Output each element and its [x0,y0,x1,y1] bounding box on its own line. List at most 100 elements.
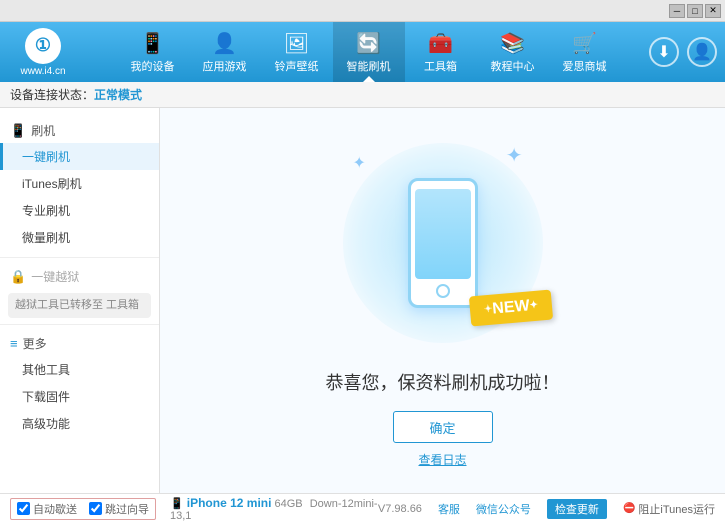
jailbreak-section-icon: 🔒 [10,269,26,285]
phone-home-button [436,284,450,298]
jailbreak-note: 越狱工具已转移至 工具箱 [8,293,151,318]
logo-icon: ① [25,28,61,64]
ringtones-icon: 🖼 [284,31,309,56]
more-section-label: 更多 [23,335,47,352]
phone-body [408,178,478,308]
statusbar: 设备连接状态： 正常模式 [0,82,725,108]
nav-tutorials-label: 教程中心 [491,58,535,74]
nav-store[interactable]: 🛒 爱思商城 [549,22,621,82]
device-capacity: 64GB [275,498,303,510]
skip-wizard-input[interactable] [89,502,102,515]
stop-itunes[interactable]: ⛔ 阻止iTunes运行 [623,501,715,517]
advanced-label: 高级功能 [22,415,70,432]
toolbox-icon: 🧰 [428,31,453,56]
itunes-flash-label: iTunes刷机 [22,175,82,192]
other-tools-label: 其他工具 [22,361,70,378]
nav-apps-games[interactable]: 👤 应用游戏 [189,22,261,82]
sidebar-item-one-click-flash[interactable]: 一键刷机 [0,143,159,170]
status-value: 正常模式 [94,86,142,103]
more-section-icon: ≡ [10,336,18,351]
sidebar-section-flash: 📱 刷机 [0,118,159,143]
one-click-flash-label: 一键刷机 [22,148,70,165]
window-controls: ─ □ ✕ [669,4,721,18]
phone-screen [415,189,471,279]
nav-my-device[interactable]: 📱 我的设备 [117,22,189,82]
flash-section-label: 刷机 [31,122,55,139]
close-button[interactable]: ✕ [705,4,721,18]
nav-smart-flash-label: 智能刷机 [347,58,391,74]
sparkle-top-left: ✦ [353,153,366,173]
wechat-link[interactable]: 微信公众号 [476,501,531,517]
device-info: 📱 iPhone 12 mini 64GB Down-12mini-13,1 [162,496,378,522]
main-content: ✦ ✦ NEW 恭喜您，保资料刷机成功啦！ 确定 查看日志 [160,108,725,493]
skip-wizard-checkbox[interactable]: 跳过向导 [89,501,149,517]
sidebar-item-pro-flash[interactable]: 专业刷机 [0,197,159,224]
micro-flash-label: 微量刷机 [22,229,70,246]
minimize-button[interactable]: ─ [669,4,685,18]
sidebar: 📱 刷机 一键刷机 iTunes刷机 专业刷机 微量刷机 🔒 一键越狱 越狱工具… [0,108,160,493]
nav-ringtones-label: 铃声壁纸 [275,58,319,74]
skip-wizard-label: 跳过向导 [105,501,149,517]
sidebar-section-more: ≡ 更多 [0,331,159,356]
auto-dismiss-input[interactable] [17,502,30,515]
jailbreak-note-text: 越狱工具已转移至 工具箱 [15,299,139,311]
nav-ringtones[interactable]: 🖼 铃声壁纸 [261,22,333,82]
my-device-icon: 📱 [140,31,165,56]
confirm-button[interactable]: 确定 [393,411,493,443]
new-ribbon-text: NEW [469,289,553,326]
stop-icon: ⛔ [623,503,635,514]
sidebar-item-other-tools[interactable]: 其他工具 [0,356,159,383]
version-text: V7.98.66 [378,503,422,515]
sidebar-item-advanced[interactable]: 高级功能 [0,410,159,437]
tutorials-icon: 📚 [500,31,525,56]
store-icon: 🛒 [572,31,597,56]
maximize-button[interactable]: □ [687,4,703,18]
nav-items: 📱 我的设备 👤 应用游戏 🖼 铃声壁纸 🔄 智能刷机 🧰 工具箱 📚 教程中心… [88,22,649,82]
sidebar-item-itunes-flash[interactable]: iTunes刷机 [0,170,159,197]
nav-toolbox[interactable]: 🧰 工具箱 [405,22,477,82]
download-firmware-label: 下载固件 [22,388,70,405]
download-button[interactable]: ⬇ [649,37,679,67]
service-link[interactable]: 客服 [438,501,460,517]
success-title: 恭喜您，保资料刷机成功啦！ [326,369,560,395]
update-button[interactable]: 检查更新 [547,499,607,519]
sidebar-section-jailbreak: 🔒 一键越狱 [0,264,159,289]
bottombar: 自动歇送 跳过向导 📱 iPhone 12 mini 64GB Down-12m… [0,493,725,523]
nav-store-label: 爱思商城 [563,58,607,74]
smart-flash-icon: 🔄 [356,31,381,56]
device-name: iPhone 12 mini [187,496,272,510]
main-layout: 📱 刷机 一键刷机 iTunes刷机 专业刷机 微量刷机 🔒 一键越狱 越狱工具… [0,108,725,493]
new-badge: NEW [470,293,552,323]
sidebar-divider-1 [0,257,159,258]
apps-games-icon: 👤 [212,31,237,56]
nav-my-device-label: 我的设备 [131,58,175,74]
bottom-right: V7.98.66 客服 微信公众号 检查更新 ⛔ 阻止iTunes运行 [378,499,715,519]
sidebar-item-download-firmware[interactable]: 下载固件 [0,383,159,410]
device-icon: 📱 [170,498,184,510]
pro-flash-label: 专业刷机 [22,202,70,219]
logo-area[interactable]: ① www.i4.cn [8,28,78,77]
jailbreak-section-label: 一键越狱 [31,268,79,285]
phone-illustration: ✦ ✦ NEW [343,133,543,353]
nav-smart-flash[interactable]: 🔄 智能刷机 [333,22,405,82]
nav-apps-games-label: 应用游戏 [203,58,247,74]
checkbox-group: 自动歇送 跳过向导 [10,498,156,520]
bottom-left: 自动歇送 跳过向导 📱 iPhone 12 mini 64GB Down-12m… [10,496,378,522]
user-button[interactable]: 👤 [687,37,717,67]
logo-text: ① [35,35,51,56]
logo-url: www.i4.cn [20,66,65,77]
nav-tutorials[interactable]: 📚 教程中心 [477,22,549,82]
sparkle-top-right: ✦ [506,143,523,168]
sidebar-item-micro-flash[interactable]: 微量刷机 [0,224,159,251]
nav-right: ⬇ 👤 [649,37,717,67]
status-label: 设备连接状态： [10,86,94,103]
auto-dismiss-checkbox[interactable]: 自动歇送 [17,501,77,517]
stop-itunes-label: 阻止iTunes运行 [638,501,715,517]
nav-toolbox-label: 工具箱 [424,58,457,74]
auto-dismiss-label: 自动歇送 [33,501,77,517]
flash-section-icon: 📱 [10,123,26,139]
titlebar: ─ □ ✕ [0,0,725,22]
topbar: ① www.i4.cn 📱 我的设备 👤 应用游戏 🖼 铃声壁纸 🔄 智能刷机 … [0,22,725,82]
again-link[interactable]: 查看日志 [418,451,466,468]
sidebar-divider-2 [0,324,159,325]
